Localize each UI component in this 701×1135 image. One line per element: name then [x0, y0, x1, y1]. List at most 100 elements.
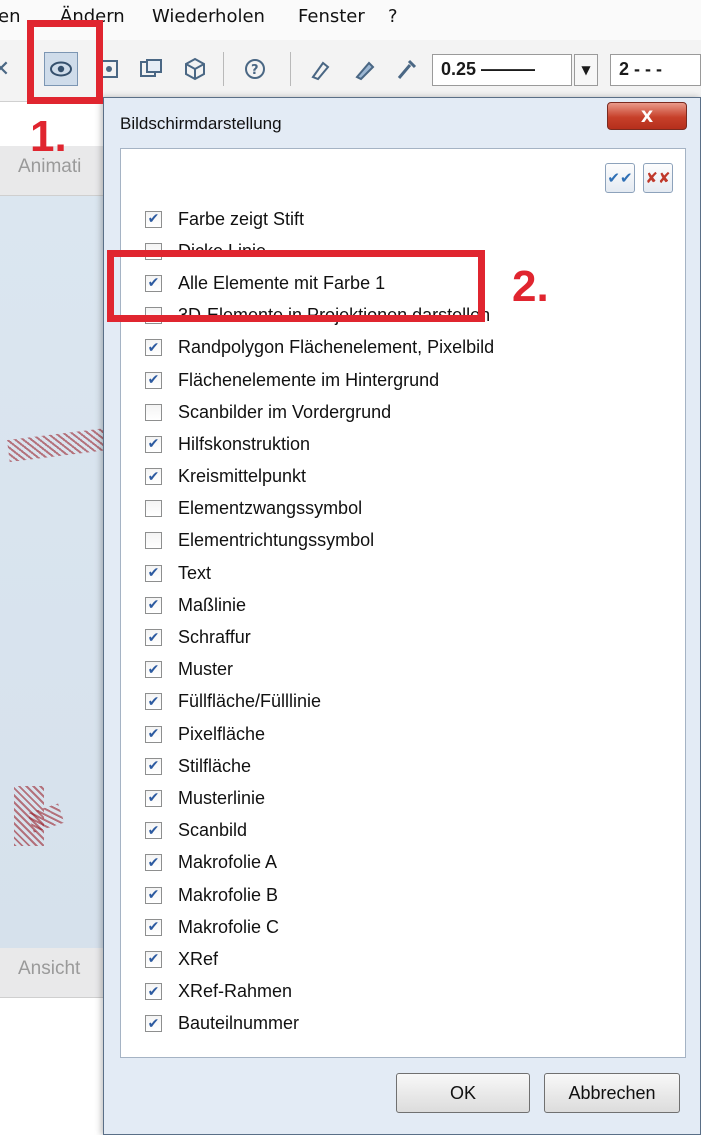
option-row[interactable]: Flächenelemente im Hintergrund	[145, 364, 675, 396]
drawing-hatch	[7, 427, 109, 463]
menu-item-help[interactable]: ?	[388, 6, 398, 27]
option-label: Muster	[178, 659, 234, 680]
option-row[interactable]: Elementrichtungssymbol	[145, 525, 675, 557]
option-label: Makrofolie B	[178, 884, 279, 905]
option-checkbox[interactable]	[145, 500, 162, 518]
check-all-icon: ✔✔	[607, 169, 633, 187]
select-all-button[interactable]: ✔✔	[605, 163, 635, 193]
option-label: Maßlinie	[178, 594, 247, 615]
option-checkbox[interactable]	[145, 564, 162, 582]
option-row[interactable]: Elementzwangssymbol	[145, 493, 675, 525]
toolbar-separator	[223, 52, 224, 86]
option-label: Farbe zeigt Stift	[178, 208, 305, 229]
option-label: Makrofolie C	[178, 916, 280, 937]
option-label: Randpolygon Flächenelement, Pixelbild	[178, 337, 495, 358]
tools-icon[interactable]: ✕	[0, 52, 18, 86]
option-checkbox[interactable]	[145, 403, 162, 421]
option-checkbox[interactable]	[145, 596, 162, 614]
option-checkbox[interactable]	[145, 629, 162, 647]
pen-thickness-select[interactable]: 0.25 ———	[432, 54, 572, 86]
option-checkbox[interactable]	[145, 983, 162, 1001]
option-label: XRef	[178, 948, 219, 969]
option-label: Flächenelemente im Hintergrund	[178, 369, 440, 390]
option-label: Text	[178, 562, 212, 583]
cancel-button[interactable]: Abbrechen	[544, 1073, 680, 1113]
cube-icon[interactable]	[178, 52, 212, 86]
option-row[interactable]: Bauteilnummer	[145, 1008, 675, 1040]
close-button[interactable]: X	[607, 102, 687, 130]
line-type-select[interactable]: 2 - - -	[610, 54, 701, 86]
option-row[interactable]: XRef-Rahmen	[145, 976, 675, 1008]
option-row[interactable]: Scanbild	[145, 815, 675, 847]
option-label: Scanbild	[178, 820, 248, 841]
menu-bar: en Ändern Wiederholen Fenster ?	[0, 0, 701, 40]
brush-icon[interactable]	[348, 52, 382, 86]
option-checkbox[interactable]	[145, 822, 162, 840]
option-checkbox[interactable]	[145, 661, 162, 679]
option-checkbox[interactable]	[145, 532, 162, 550]
option-label: Stilfläche	[178, 755, 252, 776]
option-row[interactable]: Farbe zeigt Stift	[145, 203, 675, 235]
option-label: Makrofolie A	[178, 852, 278, 873]
layer-icon[interactable]	[134, 52, 168, 86]
menu-item-repeat[interactable]: Wiederholen	[152, 6, 265, 27]
option-row[interactable]: Text	[145, 557, 675, 589]
option-checkbox[interactable]	[145, 757, 162, 775]
option-checkbox[interactable]	[145, 339, 162, 357]
annotation-label-step2: 2.	[512, 262, 549, 311]
background-viewport	[0, 196, 120, 948]
option-checkbox[interactable]	[145, 725, 162, 743]
option-label: Bauteilnummer	[178, 1013, 300, 1034]
menu-item-window[interactable]: Fenster	[298, 6, 365, 27]
option-checkbox[interactable]	[145, 950, 162, 968]
help-icon[interactable]: ?	[238, 52, 272, 86]
option-row[interactable]: Pixelfläche	[145, 718, 675, 750]
option-checkbox[interactable]	[145, 693, 162, 711]
option-row[interactable]: Makrofolie C	[145, 911, 675, 943]
option-checkbox[interactable]	[145, 886, 162, 904]
deselect-all-button[interactable]: ✘✘	[643, 163, 673, 193]
option-checkbox[interactable]	[145, 918, 162, 936]
uncheck-all-icon: ✘✘	[645, 169, 671, 187]
option-checkbox[interactable]	[145, 1015, 162, 1033]
option-checkbox[interactable]	[145, 210, 162, 228]
option-label: Pixelfläche	[178, 723, 266, 744]
ok-button[interactable]: OK	[396, 1073, 530, 1113]
background-tab-view[interactable]: Ansicht	[0, 948, 120, 998]
menu-item-file[interactable]: en	[0, 6, 20, 27]
option-row[interactable]: Muster	[145, 654, 675, 686]
option-checkbox[interactable]	[145, 854, 162, 872]
option-row[interactable]: Stilfläche	[145, 750, 675, 782]
option-row[interactable]: Musterlinie	[145, 782, 675, 814]
option-label: Musterlinie	[178, 787, 266, 808]
option-row[interactable]: Schraffur	[145, 621, 675, 653]
close-icon: X	[640, 106, 654, 126]
pipette-icon[interactable]	[390, 52, 424, 86]
dialog-title: Bildschirmdarstellung	[120, 114, 282, 133]
option-label: Scanbilder im Vordergrund	[178, 401, 392, 422]
annotation-label-step1: 1.	[30, 112, 67, 161]
option-row[interactable]: Randpolygon Flächenelement, Pixelbild	[145, 332, 675, 364]
annotation-box-step1	[27, 20, 103, 104]
option-checkbox[interactable]	[145, 468, 162, 486]
option-row[interactable]: Füllfläche/Fülllinie	[145, 686, 675, 718]
option-checkbox[interactable]	[145, 435, 162, 453]
option-row[interactable]: Maßlinie	[145, 589, 675, 621]
option-row[interactable]: Hilfskonstruktion	[145, 428, 675, 460]
option-row[interactable]: XRef	[145, 943, 675, 975]
option-row[interactable]: Makrofolie A	[145, 847, 675, 879]
pen-icon[interactable]	[304, 52, 338, 86]
chevron-down-icon[interactable]: ▼	[574, 54, 598, 86]
option-row[interactable]: Scanbilder im Vordergrund	[145, 396, 675, 428]
option-label: Kreismittelpunkt	[178, 466, 307, 487]
option-checkbox[interactable]	[145, 371, 162, 389]
option-row[interactable]: Makrofolie B	[145, 879, 675, 911]
option-label: Schraffur	[178, 627, 251, 648]
option-checkbox[interactable]	[145, 789, 162, 807]
option-label: XRef-Rahmen	[178, 981, 293, 1002]
option-label: Hilfskonstruktion	[178, 433, 311, 454]
option-label: Füllfläche/Fülllinie	[178, 691, 322, 712]
toolbar: ✕ ? 0.25 ——— ▼ 2 - - -	[0, 40, 701, 102]
option-row[interactable]: Kreismittelpunkt	[145, 461, 675, 493]
toolbar-separator	[290, 52, 291, 86]
